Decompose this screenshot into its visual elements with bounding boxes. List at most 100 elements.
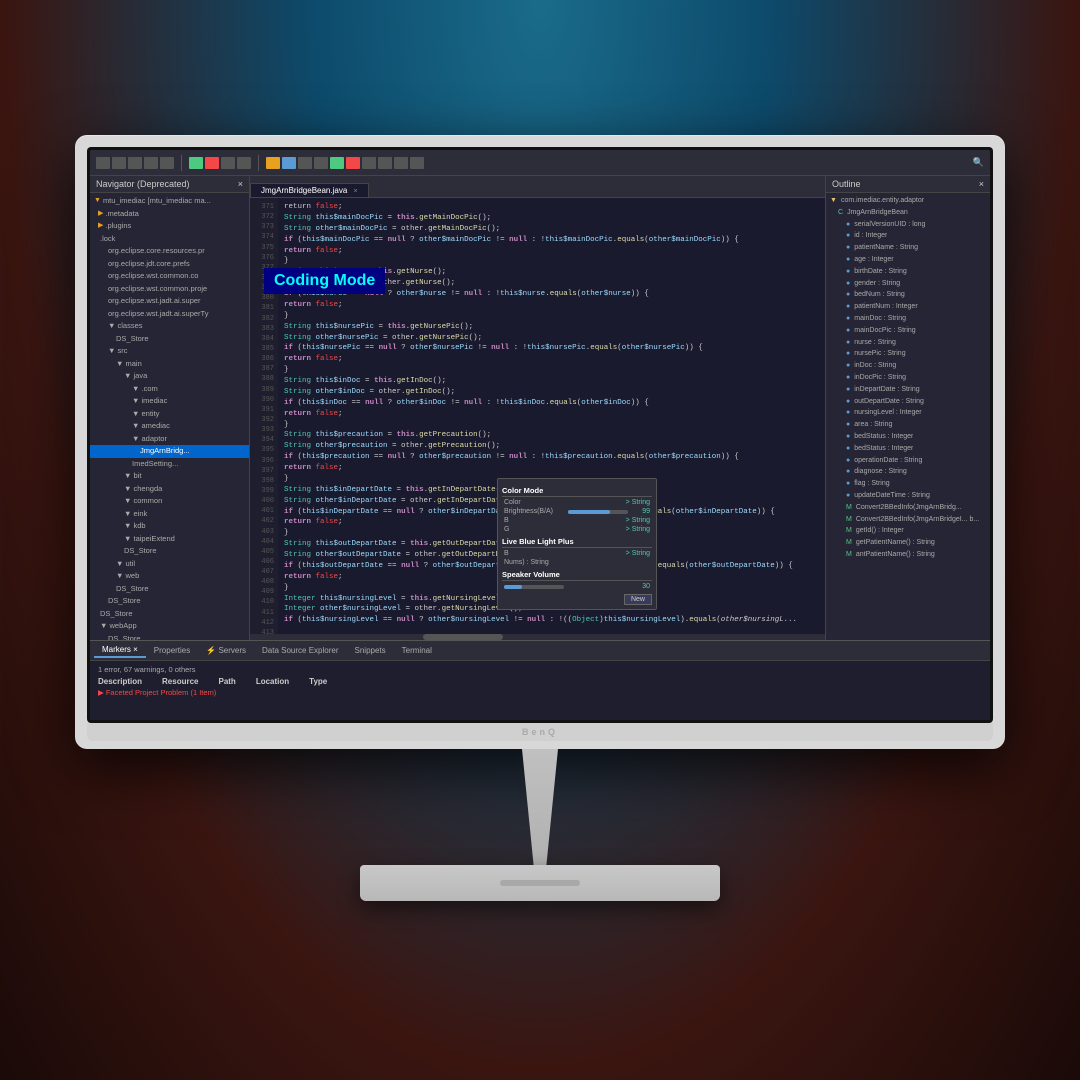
tree-item[interactable]: ▼ java [90,370,249,383]
outline-item[interactable]: ▼com.imediac.entity.adaptor [826,195,990,207]
tree-item[interactable]: ▼ main [90,358,249,371]
outline-item[interactable]: ●nursingLevel : Integer [826,407,990,419]
toolbar-icon-14[interactable] [362,157,376,169]
tree-item[interactable]: org.eclipse.wst.common.proje [90,283,249,296]
outline-item[interactable]: ●operationDate : String [826,455,990,467]
tree-item[interactable]: ▶.metadata [90,208,249,221]
outline-item[interactable]: ●serialVersionUID : long [826,219,990,231]
outline-item[interactable]: MantPatientName() : String [826,549,990,561]
bottom-tab-servers[interactable]: ⚡ Servers [198,644,254,657]
outline-item[interactable]: ●age : Integer [826,254,990,266]
outline-item[interactable]: ●gender : String [826,278,990,290]
toolbar-debug-icon[interactable] [205,157,219,169]
tree-item[interactable]: ▼ webApp [90,620,249,633]
toolbar-icon-13[interactable] [346,157,360,169]
editor-tab-main[interactable]: JmgArnBridgeBean.java × [250,183,369,197]
tree-item[interactable]: DS_Store [90,545,249,558]
tree-item[interactable]: org.eclipse.wst.common.co [90,270,249,283]
tree-item[interactable]: JmgArnBridg... [90,445,249,458]
outline-item[interactable]: ●mainDoc : String [826,313,990,325]
tree-item[interactable]: ▼ eink [90,508,249,521]
outline-item[interactable]: MConvert2BBedInfo(JmgArnBridg... [826,502,990,514]
outline-item[interactable]: ●outDepartDate : String [826,396,990,408]
horizontal-scrollbar[interactable] [250,634,825,640]
tree-item[interactable]: ▶.plugins [90,220,249,233]
toolbar-icon-11[interactable] [314,157,328,169]
tree-item[interactable]: ▼ entity [90,408,249,421]
tree-item[interactable]: ▼mtu_imediac [mtu_imediac ma... [90,195,249,208]
toolbar-icon-9[interactable] [282,157,296,169]
tree-item[interactable]: ▼ classes [90,320,249,333]
toolbar-icon-3[interactable] [128,157,142,169]
outline-item[interactable]: ●diagnose : String [826,466,990,478]
popup-brightness-slider[interactable] [568,510,628,514]
bottom-tab-terminal[interactable]: Terminal [394,644,440,657]
toolbar-icon-4[interactable] [144,157,158,169]
tree-item[interactable]: ▼ amediac [90,420,249,433]
editor-tab-close[interactable]: × [354,188,358,195]
outline-item[interactable]: ●mainDocPic : String [826,325,990,337]
navigator-close[interactable]: × [238,179,243,189]
outline-item[interactable]: ●bedStatus : Integer [826,431,990,443]
bottom-tab-properties[interactable]: Properties [146,644,198,657]
tree-item[interactable]: DS_Store [90,595,249,608]
outline-item[interactable]: ●inDepartDate : String [826,384,990,396]
popup-speaker-slider[interactable] [504,585,564,589]
toolbar-icon-17[interactable] [410,157,424,169]
tree-item[interactable]: ▼ .com [90,383,249,396]
toolbar-icon-2[interactable] [112,157,126,169]
toolbar-icon-12[interactable] [330,157,344,169]
tree-item[interactable]: ▼ kdb [90,520,249,533]
tree-item[interactable]: DS_Store [90,583,249,596]
outline-item[interactable]: ●patientName : String [826,242,990,254]
toolbar-icon-6[interactable] [221,157,235,169]
bottom-tab-markers[interactable]: Markers × [94,643,146,658]
outline-item[interactable]: ●inDoc : String [826,360,990,372]
tree-item[interactable]: org.eclipse.wst.jadt.ai.superTy [90,308,249,321]
tree-item[interactable]: org.eclipse.wst.jadt.ai.super [90,295,249,308]
tree-item[interactable]: ▼ imediac [90,395,249,408]
tree-item[interactable]: ▼ taipeiExtend [90,533,249,546]
tree-item[interactable]: DS_Store [90,608,249,621]
tree-item[interactable]: ▼ chengda [90,483,249,496]
toolbar-icon-10[interactable] [298,157,312,169]
tree-item[interactable]: ▼ bit [90,470,249,483]
tree-item[interactable]: ▼ web [90,570,249,583]
tree-item[interactable]: DS_Store [90,333,249,346]
tree-item[interactable]: ▼ util [90,558,249,571]
outline-close[interactable]: × [979,179,984,189]
outline-item[interactable]: ●area : String [826,419,990,431]
tree-item[interactable]: ▼ src [90,345,249,358]
tree-item[interactable]: .lock [90,233,249,246]
toolbar-icon-1[interactable] [96,157,110,169]
bottom-tab-datasource[interactable]: Data Source Explorer [254,644,346,657]
outline-item[interactable]: ●id : Integer [826,230,990,242]
tree-item[interactable]: org.eclipse.core.resources.pr [90,245,249,258]
outline-item[interactable]: ●inDocPic : String [826,372,990,384]
outline-item[interactable]: ●nurse : String [826,337,990,349]
outline-item[interactable]: ●flag : String [826,478,990,490]
toolbar-icon-16[interactable] [394,157,408,169]
tree-item[interactable]: ImedSetting... [90,458,249,471]
outline-item[interactable]: ●updateDateTime : String [826,490,990,502]
tree-item[interactable]: org.eclipse.jdt.core.prefs [90,258,249,271]
outline-item[interactable]: ●bedNum : String [826,289,990,301]
toolbar-icon-8[interactable] [266,157,280,169]
toolbar-icon-7[interactable] [237,157,251,169]
tree-item[interactable]: ▼ adaptor [90,433,249,446]
outline-item[interactable]: ●patientNum : Integer [826,301,990,313]
toolbar-icon-5[interactable] [160,157,174,169]
scrollbar-thumb[interactable] [423,634,503,640]
outline-item[interactable]: CJmgArnBridgeBean [826,207,990,219]
toolbar-run-icon[interactable] [189,157,203,169]
outline-item[interactable]: ●birthDate : String [826,266,990,278]
bottom-tab-snippets[interactable]: Snippets [347,644,394,657]
tree-item[interactable]: DS_Store [90,633,249,641]
toolbar-search[interactable]: 🔍 [973,157,984,168]
popup-new-button[interactable]: New [624,594,652,605]
outline-item[interactable]: MgetPatientName() : String [826,537,990,549]
outline-item[interactable]: MConvert2BBedInfo(JmgArnBridgeI... b... [826,514,990,526]
outline-item[interactable]: ●nursePic : String [826,348,990,360]
toolbar-icon-15[interactable] [378,157,392,169]
outline-item[interactable]: ●bedStatus : Integer [826,443,990,455]
